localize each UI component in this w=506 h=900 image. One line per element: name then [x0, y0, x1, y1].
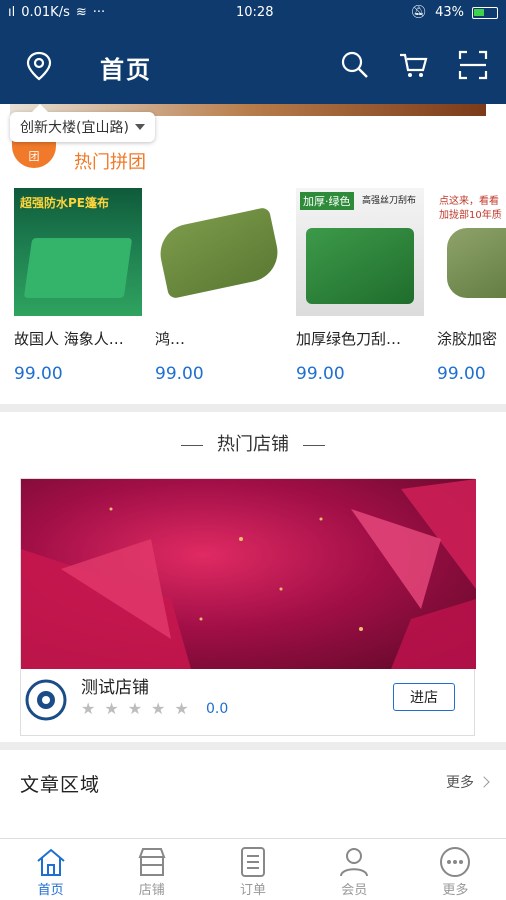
tab-home[interactable]: 首页 [0, 839, 101, 900]
store-icon [138, 848, 166, 876]
scan-icon[interactable] [458, 50, 488, 80]
section-divider [0, 742, 506, 750]
status-right: 🔕︎ 43% [411, 5, 498, 20]
group-buy-title: 热门拼团 [74, 152, 146, 173]
product-name: 涂胶加密 [437, 330, 498, 348]
product-name: 加厚绿色刀刮… [296, 330, 402, 348]
product-card[interactable]: 点这来，看看 加拢部10年质 涂胶加密 99.00 [437, 188, 506, 384]
product-card[interactable]: 加厚·绿色 高强丝刀刮布 加厚绿色刀刮… 99.00 [296, 188, 426, 384]
shop-name: 测试店铺 [81, 678, 149, 698]
shop-banner-graphic [21, 479, 476, 669]
location-tooltip[interactable]: 创新大楼(宜山路) [10, 104, 155, 142]
shop-logo-icon [25, 679, 67, 721]
product-banner-heading: 加厚·绿色 [300, 192, 354, 210]
more-icon [440, 847, 471, 877]
search-icon[interactable] [340, 50, 370, 80]
articles-more-link[interactable]: 更多 [446, 772, 490, 792]
tab-member[interactable]: 会员 [304, 839, 405, 900]
shop-rating: 0.0 [206, 701, 229, 717]
location-pin-icon[interactable] [24, 50, 54, 82]
bottom-tab-bar: 首页 店铺 订单 会员 更多 [0, 838, 506, 900]
product-card[interactable]: 鸿… 99.00 [155, 188, 285, 384]
page-title: 首页 [100, 56, 152, 84]
star-icon: ★ [174, 699, 189, 718]
product-image: 点这来，看看 加拢部10年质 [437, 188, 506, 316]
shop-banner-image [21, 479, 476, 669]
tab-more[interactable]: 更多 [405, 839, 506, 900]
status-dots: ··· [92, 5, 106, 20]
product-banner-heading: 点这来，看看 [439, 196, 499, 207]
product-image [155, 188, 283, 316]
tab-label: 订单 [240, 883, 267, 898]
tab-orders[interactable]: 订单 [202, 839, 303, 900]
cart-icon[interactable] [398, 50, 428, 80]
dropdown-arrow-icon [134, 124, 145, 130]
title-line [302, 444, 325, 446]
tab-label: 首页 [37, 883, 64, 898]
product-card[interactable]: 超强防水PE篷布 故国人 海象人… 99.00 [14, 188, 144, 384]
star-icon: ★ [81, 699, 96, 718]
tarp-shape [447, 228, 506, 298]
network-speed: 0.01K/s [21, 5, 70, 20]
star-icon: ★ [104, 699, 119, 718]
star-icon: ★ [151, 699, 166, 718]
tarp-shape [306, 228, 414, 304]
product-name: 故国人 海象人… [14, 330, 124, 348]
section-divider [0, 404, 506, 412]
title-line [181, 444, 204, 446]
product-price: 99.00 [296, 364, 345, 384]
shop-info: 测试店铺 ★ ★ ★ ★ ★ 0.0 进店 [21, 669, 476, 737]
product-banner-heading: 超强防水PE篷布 [20, 196, 109, 210]
location-text: 创新大楼(宜山路) [20, 120, 129, 136]
status-left: ıl 0.01K/s ≋ ··· [8, 5, 105, 20]
status-time: 10:28 [236, 5, 274, 20]
product-banner-sub: 高强丝刀刮布 [362, 196, 417, 206]
status-bar: ıl 0.01K/s ≋ ··· 10:28 🔕︎ 43% [0, 0, 506, 26]
tab-store[interactable]: 店铺 [101, 839, 202, 900]
product-image: 加厚·绿色 高强丝刀刮布 [296, 188, 424, 316]
battery-percent: 43% [435, 5, 464, 20]
product-image: 超强防水PE篷布 [14, 188, 142, 316]
enter-shop-button[interactable]: 进店 [393, 683, 455, 711]
product-banner-sub: 加拢部10年质 [439, 210, 502, 221]
signal-icon: ıl [8, 5, 16, 20]
shop-card[interactable]: 测试店铺 ★ ★ ★ ★ ★ 0.0 进店 [20, 478, 476, 737]
product-price: 99.00 [155, 364, 204, 384]
star-icon: ★ [127, 699, 143, 718]
product-price: 99.00 [437, 364, 486, 384]
tab-label: 会员 [341, 883, 368, 898]
battery-icon [472, 6, 498, 19]
order-icon [241, 847, 265, 877]
tarp-shape [23, 238, 133, 298]
shop-stars: ★ ★ ★ ★ ★ [81, 699, 189, 718]
articles-title: 文章区域 [20, 774, 101, 796]
more-label: 更多 [446, 775, 474, 791]
tarp-shape [155, 206, 283, 300]
hot-shops-heading: 热门店铺 [0, 430, 506, 456]
mute-icon: 🔕︎ [410, 5, 428, 20]
wifi-icon: ≋ [75, 5, 87, 20]
product-name: 鸿… [155, 330, 186, 348]
tab-label: 店铺 [138, 883, 165, 898]
member-icon [340, 848, 369, 877]
hot-shops-title: 热门店铺 [217, 434, 289, 455]
product-price: 99.00 [14, 364, 63, 384]
tab-label: 更多 [442, 883, 469, 898]
app-header: 首页 [0, 26, 506, 104]
chevron-right-icon [478, 776, 490, 788]
home-icon [36, 848, 65, 876]
